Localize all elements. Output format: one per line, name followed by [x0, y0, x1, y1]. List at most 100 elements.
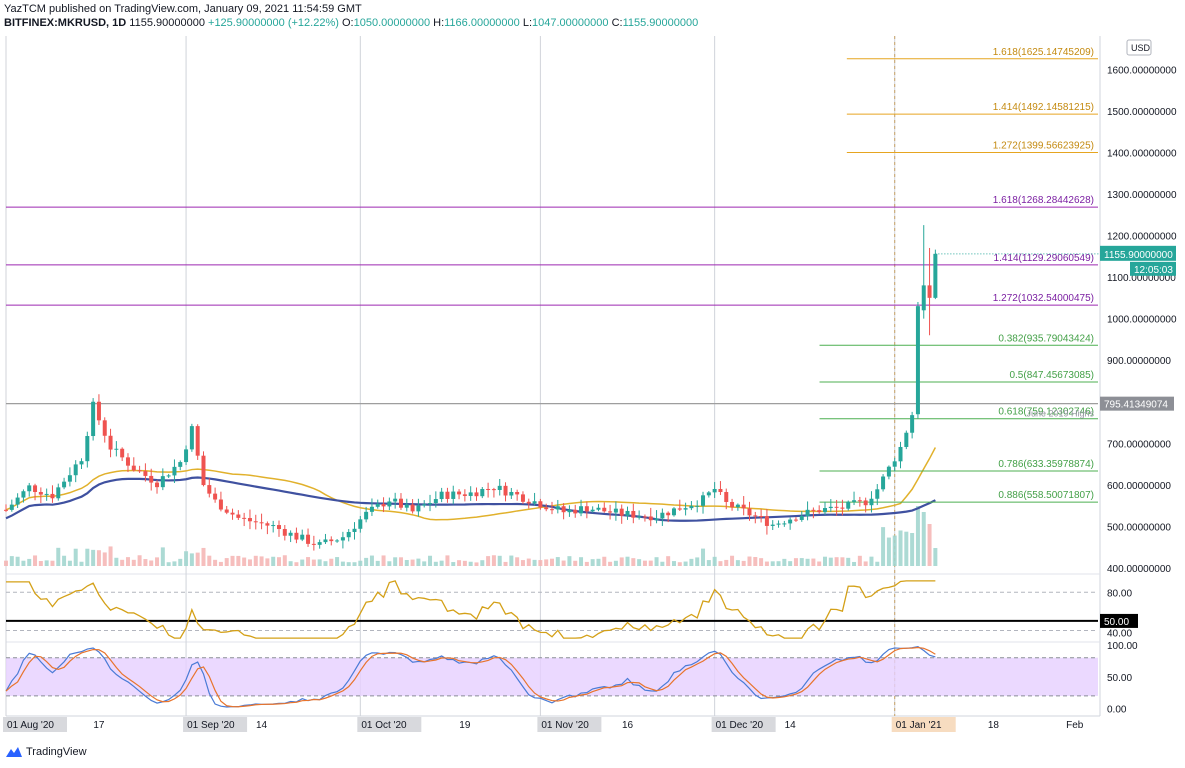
candle-body	[242, 517, 247, 519]
time-tick-label: 17	[93, 720, 105, 731]
candle-body	[9, 504, 14, 510]
candle-body	[422, 504, 427, 506]
candle-body	[335, 540, 340, 542]
rsi-tick-label: 40.00	[1107, 628, 1132, 639]
volume-bar	[439, 560, 444, 566]
stoch-tick-label: 50.00	[1107, 673, 1132, 684]
volume-bar	[433, 561, 438, 566]
volume-bar	[96, 550, 101, 566]
candle-body	[137, 470, 142, 472]
time-tick-label: 01 Oct '20	[361, 720, 407, 731]
candle-body	[428, 503, 433, 505]
volume-bar	[340, 561, 345, 566]
price-tick-label: 1000.00000000	[1107, 315, 1177, 326]
candle-body	[782, 523, 787, 525]
candle-body	[236, 514, 241, 518]
volume-bar	[898, 530, 903, 566]
volume-bar	[579, 557, 584, 566]
volume-bar	[567, 556, 572, 566]
volume-bar	[892, 535, 897, 566]
volume-bar	[62, 555, 67, 566]
volume-bar	[323, 561, 328, 566]
candle-body	[520, 494, 525, 502]
volume-bar	[869, 556, 874, 566]
volume-bar	[201, 547, 206, 566]
volume-bar	[120, 559, 125, 566]
price-tick-label: 1400.00000000	[1107, 148, 1177, 159]
volume-bar	[114, 557, 119, 566]
volume-bar	[416, 558, 421, 566]
volume-bar	[155, 557, 160, 566]
candle-body	[306, 534, 311, 544]
candle-body	[184, 449, 189, 463]
volume-bar	[782, 558, 787, 566]
volume-bar	[381, 555, 386, 566]
candle-body	[799, 516, 804, 520]
volume-bar	[515, 557, 520, 566]
candle-body	[143, 471, 148, 476]
volume-bar	[85, 548, 90, 566]
volume-bar	[143, 559, 148, 566]
candle-body	[85, 436, 90, 462]
volume-bar	[730, 555, 735, 566]
candle-body	[468, 492, 473, 496]
price-chart[interactable]: USD 1600.00000000 1500.00000000 1400.000000…	[0, 0, 1185, 768]
candle-body	[358, 519, 363, 529]
candle-body	[224, 509, 229, 513]
candle-body	[886, 466, 891, 477]
volume-bar	[654, 557, 659, 566]
volume-bar	[590, 559, 595, 566]
volume-bar	[555, 557, 560, 566]
volume-bar	[300, 559, 305, 566]
candle-body	[910, 415, 915, 433]
volume-bar	[852, 561, 857, 566]
volume-bar	[544, 559, 549, 566]
volume-bar	[788, 561, 793, 566]
volume-bar	[759, 558, 764, 566]
candle-body	[44, 493, 49, 495]
volume-bar	[538, 560, 543, 566]
volume-bar	[445, 555, 450, 566]
volume-bar	[718, 561, 723, 566]
candle-body	[375, 503, 380, 507]
volume-bar	[799, 558, 804, 566]
volume-bar	[91, 549, 96, 566]
volume-bar	[642, 560, 647, 566]
volume-bar	[451, 562, 456, 566]
candle-body	[364, 511, 369, 520]
fib-level-label: 1.618(1625.14745209)	[993, 47, 1094, 58]
fib-level-label: 1.272(1032.54000475)	[993, 293, 1094, 304]
stoch-band	[6, 657, 1098, 696]
fib-level-label: 1.618(1268.28442628)	[993, 195, 1094, 206]
candle-body	[503, 485, 508, 496]
volume-bar	[468, 561, 473, 566]
volume-bar	[660, 561, 665, 566]
volume-bar	[497, 555, 502, 566]
volume-bar	[15, 556, 20, 566]
candle-body	[178, 462, 183, 467]
volume-bar	[21, 560, 26, 566]
candle-body	[544, 507, 549, 510]
volume-bar	[666, 556, 671, 566]
candle-body	[753, 515, 758, 517]
volume-bar	[724, 559, 729, 566]
volume-bar	[108, 546, 113, 566]
candle-body	[15, 497, 20, 505]
volume-bar	[881, 527, 886, 566]
time-tick-label: 18	[988, 720, 1000, 731]
volume-bar	[410, 559, 415, 566]
footer-brand[interactable]: TradingView	[6, 746, 87, 758]
volume-bar	[102, 552, 107, 566]
candle-body	[451, 491, 456, 499]
price-tick-label: 900.00000000	[1107, 356, 1171, 367]
candle-body	[172, 466, 177, 476]
volume-bar	[910, 533, 915, 566]
candle-body	[323, 539, 328, 543]
volume-bar	[73, 548, 78, 566]
candle-body	[550, 509, 554, 511]
candle-body	[695, 505, 700, 507]
volume-bar	[329, 558, 334, 566]
candle-body	[445, 491, 450, 499]
volume-bar	[38, 561, 43, 566]
volume-bar	[596, 558, 601, 566]
